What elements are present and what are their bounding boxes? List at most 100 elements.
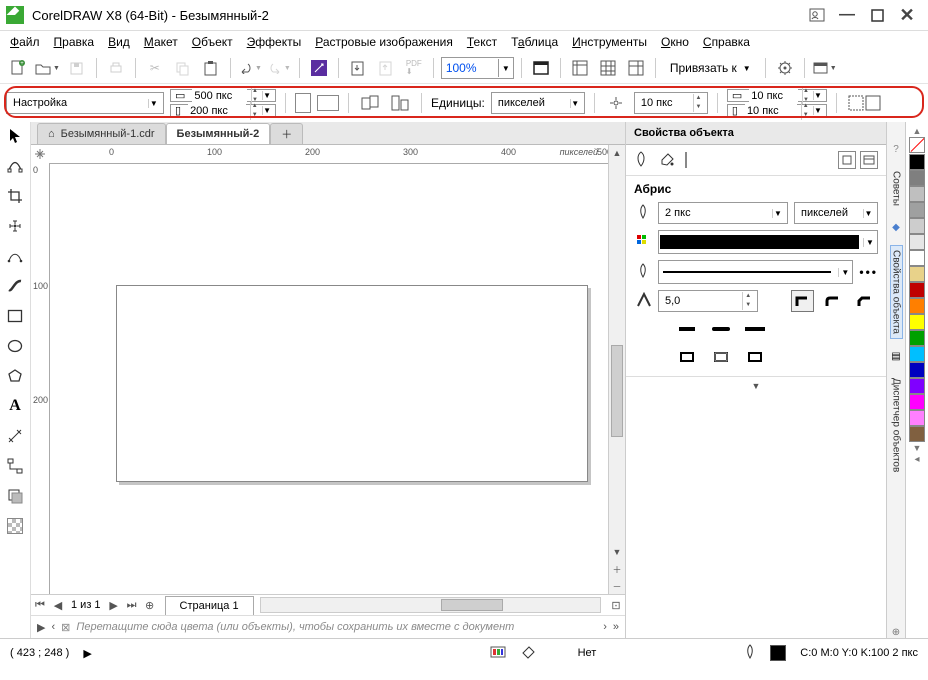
first-page-button[interactable]: ⏮ [31,599,49,612]
swatch[interactable] [909,410,925,426]
scroll-up-icon[interactable]: ▲ [609,145,625,161]
undo-button[interactable]: ▼ [238,56,263,80]
show-guidelines-button[interactable] [624,56,648,80]
status-next-icon[interactable]: ▶ [83,647,91,660]
prev-page-button[interactable]: ◀ [49,599,67,612]
freehand-tool[interactable] [5,246,25,266]
menu-window[interactable]: Окно [661,35,689,49]
landscape-button[interactable] [317,95,339,111]
no-fill-icon[interactable]: ⊠ [61,621,70,634]
scroll-thumb[interactable] [611,345,623,437]
palette-prev-icon[interactable]: ▶ [37,621,45,634]
cap-square-button[interactable] [742,318,768,340]
transparency-tool[interactable] [5,516,25,536]
polygon-tool[interactable] [5,366,25,386]
units-input[interactable] [496,94,566,112]
page-preset-combo[interactable]: ▼ [6,92,164,114]
menu-file[interactable]: Файл [10,35,40,49]
swatch[interactable] [909,378,925,394]
close-button[interactable]: ✕ [892,4,922,26]
ruler-vertical[interactable]: 0 100 200 [31,163,50,594]
corner-bevel-button[interactable] [852,290,878,312]
pos-center-button[interactable] [708,346,734,368]
cut-button[interactable]: ✂ [143,56,167,80]
connector-tool[interactable] [5,456,25,476]
outline-tab-icon[interactable] [634,150,649,171]
miter-field[interactable]: ▲▼ [658,290,758,312]
swatch[interactable] [909,266,925,282]
dup-y-field[interactable]: ▯ ▲▼▼ [727,104,827,117]
pdf-button[interactable]: PDF⬇ [402,56,426,80]
dup-y-input[interactable] [745,102,798,120]
palette-down-icon[interactable]: ▼ [913,443,922,453]
zoom-out-icon[interactable]: － [609,578,625,594]
outline-color-combo[interactable]: ▼ [658,230,878,254]
swatch[interactable] [909,314,925,330]
nav-view-icon[interactable]: ⊡ [607,599,625,612]
scroll-thumb[interactable] [441,599,503,611]
zoom-in-icon[interactable]: ＋ [609,561,625,577]
pos-inside-button[interactable] [742,346,768,368]
units-combo[interactable]: ▼ [491,92,585,114]
menu-text[interactable]: Текст [467,35,497,49]
zoom-pan-tool[interactable] [5,216,25,236]
swatch[interactable] [909,426,925,442]
print-button[interactable] [104,56,128,80]
side-tab-props[interactable]: Свойства объекта [890,245,903,339]
swatch[interactable] [909,298,925,314]
pick-tool[interactable] [5,126,25,146]
new-button[interactable]: + [6,56,30,80]
swatch[interactable] [909,218,925,234]
nudge-input[interactable] [639,94,689,112]
swatch[interactable] [909,282,925,298]
menu-edit[interactable]: Правка [54,35,95,49]
shape-tool[interactable] [5,156,25,176]
scroll-mode-icon[interactable] [838,151,856,169]
parallel-dim-tool[interactable] [5,426,25,446]
save-button[interactable] [65,56,89,80]
diamond-icon[interactable]: ◆ [892,222,900,233]
swatch[interactable] [909,250,925,266]
menu-object[interactable]: Объект [192,35,233,49]
ruler-horizontal[interactable]: 0 100 200 300 400 500 пикселей [49,145,608,164]
treat-as-filled-button[interactable] [846,91,882,115]
open-button[interactable]: ▼ [34,56,61,80]
page-tab[interactable]: Страница 1 [165,596,254,615]
swatch[interactable] [909,170,925,186]
menu-effects[interactable]: Эффекты [247,35,302,49]
swatch[interactable] [909,346,925,362]
last-page-button[interactable]: ⏭ [123,599,141,612]
portrait-button[interactable] [295,93,311,113]
zoom-combo[interactable]: ▼ [441,57,514,79]
scroll-down-icon[interactable]: ▼ [609,544,625,560]
side-tab-manager[interactable]: Диспетчер объектов [891,374,902,476]
fill-swatch-icon[interactable] [520,644,536,663]
launch-button[interactable]: ▼ [812,56,838,80]
all-pages-button[interactable] [358,91,382,115]
snap-to-button[interactable]: Привязать к ▼ [663,56,758,80]
copy-button[interactable] [171,56,195,80]
show-grid-button[interactable] [596,56,620,80]
corner-round-button[interactable] [820,290,846,312]
new-tab-button[interactable]: ＋ [270,123,303,144]
menu-view[interactable]: Вид [108,35,130,49]
line-style-combo[interactable]: ▼ [658,260,853,284]
swatch[interactable] [909,330,925,346]
side-tab-hints[interactable]: Советы [891,167,902,210]
paste-button[interactable] [199,56,223,80]
cap-round-button[interactable] [708,318,734,340]
page-preset-input[interactable] [11,94,144,112]
palette-flyout-icon[interactable]: ◂ [914,454,919,465]
menu-table[interactable]: Таблица [511,35,558,49]
layers-icon[interactable]: ▤ [891,351,900,362]
zoom-dropdown-icon[interactable]: ▼ [498,59,513,77]
page-height-input[interactable] [188,102,246,120]
palette-expand-icon[interactable]: » [613,621,619,633]
vertical-scrollbar[interactable]: ▲ ▼ ＋ － [608,145,625,594]
maximize-button[interactable] [862,4,892,26]
magnet-icon[interactable]: ⊕ [892,627,900,638]
palette-up-icon[interactable]: ▲ [913,126,922,136]
tab-doc-1[interactable]: ⌂Безымянный-1.cdr [37,123,166,144]
ruler-origin-icon[interactable] [31,145,50,164]
corner-miter-button[interactable] [791,290,814,312]
